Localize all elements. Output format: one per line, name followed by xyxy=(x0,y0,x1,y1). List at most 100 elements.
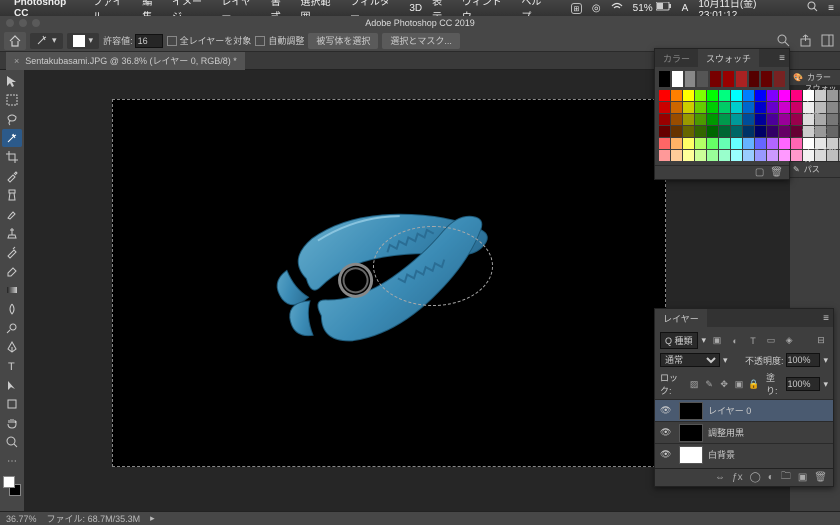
clone-stamp-tool[interactable] xyxy=(2,224,22,242)
swatch[interactable] xyxy=(695,138,706,149)
swatch[interactable] xyxy=(731,150,742,161)
eraser-tool[interactable] xyxy=(2,262,22,280)
swatch[interactable] xyxy=(695,90,706,101)
magic-wand-tool[interactable] xyxy=(2,129,22,147)
swatch[interactable] xyxy=(671,90,682,101)
sample-size[interactable]: ▾ xyxy=(67,33,100,49)
kind-filter[interactable]: Q 種類 xyxy=(660,332,698,349)
spotlight-icon[interactable] xyxy=(807,1,818,15)
swatch[interactable] xyxy=(791,114,802,125)
swatch[interactable] xyxy=(761,71,772,87)
swatch[interactable] xyxy=(827,138,838,149)
swatch[interactable] xyxy=(685,71,696,87)
swatch[interactable] xyxy=(755,90,766,101)
swatch[interactable] xyxy=(671,102,682,113)
swatch[interactable] xyxy=(695,150,706,161)
swatch[interactable] xyxy=(731,114,742,125)
swatch[interactable] xyxy=(815,114,826,125)
swatch[interactable] xyxy=(827,126,838,137)
swatch[interactable] xyxy=(683,138,694,149)
delete-layer-icon[interactable]: 🗑 xyxy=(814,472,827,483)
spot-heal-tool[interactable] xyxy=(2,186,22,204)
close-tab-icon[interactable]: × xyxy=(14,56,19,66)
lock-all-icon[interactable]: 🔒 xyxy=(748,377,760,391)
window-zoom-button[interactable] xyxy=(32,19,40,27)
swatch[interactable] xyxy=(683,150,694,161)
lock-artb-icon[interactable]: ▣ xyxy=(733,377,745,391)
swatch[interactable] xyxy=(827,102,838,113)
chevron-right-icon[interactable]: ▸ xyxy=(150,513,155,524)
swatch[interactable] xyxy=(695,114,706,125)
path-select-tool[interactable] xyxy=(2,376,22,394)
visibility-icon[interactable]: 👁 xyxy=(660,405,674,416)
swatch[interactable] xyxy=(767,102,778,113)
gradient-tool[interactable] xyxy=(2,281,22,299)
color-swatches[interactable] xyxy=(2,475,22,497)
menu-3d[interactable]: 3D xyxy=(409,3,422,14)
zoom-value[interactable]: 36.77% xyxy=(6,514,37,524)
swatch[interactable] xyxy=(767,114,778,125)
swatch[interactable] xyxy=(755,102,766,113)
swatch[interactable] xyxy=(659,150,670,161)
swatch[interactable] xyxy=(736,71,747,87)
panel-menu-icon[interactable]: ≡ xyxy=(819,309,833,327)
swatch[interactable] xyxy=(755,126,766,137)
swatch[interactable] xyxy=(659,126,670,137)
swatch[interactable] xyxy=(707,102,718,113)
filter-shape-icon[interactable]: ▭ xyxy=(764,334,778,348)
filter-toggle[interactable]: ⊟ xyxy=(814,334,828,348)
battery-pct[interactable]: 51% xyxy=(633,3,653,14)
swatch[interactable] xyxy=(683,126,694,137)
checkbox-auto-adjust[interactable]: 自動調整 xyxy=(255,34,304,47)
eyedropper-tool[interactable] xyxy=(2,167,22,185)
tolerance-input[interactable] xyxy=(135,34,163,48)
swatch[interactable] xyxy=(815,102,826,113)
swatch[interactable] xyxy=(659,102,670,113)
swatch[interactable] xyxy=(803,150,814,161)
layer-thumb[interactable] xyxy=(679,446,703,464)
fill-input[interactable] xyxy=(786,377,820,391)
swatch[interactable] xyxy=(791,126,802,137)
swatch[interactable] xyxy=(767,126,778,137)
swatch[interactable] xyxy=(659,138,670,149)
swatch[interactable] xyxy=(767,150,778,161)
swatch[interactable] xyxy=(803,138,814,149)
swatch[interactable] xyxy=(707,126,718,137)
wifi-icon[interactable] xyxy=(611,2,623,15)
zoom-tool[interactable] xyxy=(2,433,22,451)
mask-icon[interactable]: ◯ xyxy=(750,472,761,483)
filter-smart-icon[interactable]: ◈ xyxy=(782,334,796,348)
swatch[interactable] xyxy=(827,150,838,161)
swatch[interactable] xyxy=(659,71,670,87)
crop-tool[interactable] xyxy=(2,148,22,166)
delete-icon[interactable]: 🗑 xyxy=(770,167,783,178)
lock-trans-icon[interactable]: ▨ xyxy=(688,377,700,391)
fx-icon[interactable]: ƒx xyxy=(732,472,743,483)
document-tab[interactable]: × Sentakubasami.JPG @ 36.8% (レイヤー 0, RGB… xyxy=(6,52,245,70)
swatch[interactable] xyxy=(731,138,742,149)
swatch[interactable] xyxy=(671,126,682,137)
history-brush-tool[interactable] xyxy=(2,243,22,261)
window-close-button[interactable] xyxy=(6,19,14,27)
swatch[interactable] xyxy=(707,90,718,101)
dodge-tool[interactable] xyxy=(2,319,22,337)
hand-tool[interactable] xyxy=(2,414,22,432)
fg-color[interactable] xyxy=(3,476,15,488)
media-icon[interactable]: ◎ xyxy=(592,3,601,14)
filter-adjust-icon[interactable]: ◐ xyxy=(728,334,742,348)
swatch[interactable] xyxy=(779,126,790,137)
layer-row[interactable]: 👁レイヤー 0 xyxy=(655,399,833,421)
swatch[interactable] xyxy=(719,102,730,113)
swatch[interactable] xyxy=(791,150,802,161)
layer-row[interactable]: 👁調整用黒 xyxy=(655,421,833,443)
swatch[interactable] xyxy=(671,114,682,125)
layer-thumb[interactable] xyxy=(679,424,703,442)
swatch[interactable] xyxy=(755,138,766,149)
search-icon[interactable] xyxy=(774,32,792,50)
notifications-icon[interactable]: ≡ xyxy=(828,3,834,14)
share-icon[interactable] xyxy=(796,32,814,50)
document-canvas[interactable] xyxy=(112,99,666,467)
swatch[interactable] xyxy=(803,126,814,137)
swatch[interactable] xyxy=(731,102,742,113)
swatch[interactable] xyxy=(779,90,790,101)
